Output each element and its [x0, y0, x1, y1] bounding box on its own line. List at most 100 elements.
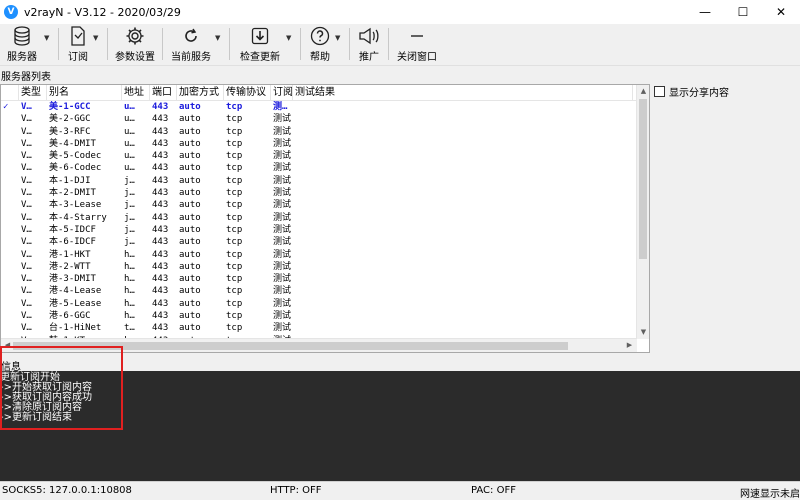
server-encryption-cell: auto — [179, 311, 201, 322]
subscription-column-header[interactable]: 订阅 — [271, 85, 293, 101]
minimize-button[interactable]: — — [686, 0, 724, 24]
toolbar-separator — [388, 28, 389, 60]
highlight-box — [0, 346, 123, 430]
server-address-cell: h… — [124, 286, 135, 297]
current-service-button[interactable]: 当前服务 — [167, 26, 215, 64]
vertical-scrollbar[interactable]: ▲ ▼ — [636, 85, 649, 339]
check-update-button[interactable]: 检查更新 — [234, 26, 286, 64]
encryption-column-header[interactable]: 加密方式 — [177, 85, 224, 101]
server-subscription-cell: 测试 — [273, 114, 292, 125]
current-service-label: 当前服务 — [171, 52, 211, 63]
show-share-content-option[interactable]: 显示分享内容 — [654, 84, 729, 99]
server-alias-cell: 美-4-DMIT — [49, 138, 96, 149]
current-service-dropdown-icon[interactable]: ▼ — [215, 26, 225, 50]
server-row[interactable]: V… 港-5-Lease h… 443 auto tcp 测试 — [1, 298, 637, 310]
scroll-right-icon[interactable]: ▶ — [623, 341, 636, 349]
help-dropdown-icon[interactable]: ▼ — [335, 26, 345, 50]
server-port-cell: 443 — [152, 102, 169, 112]
server-address-cell: j… — [124, 237, 135, 248]
maximize-button[interactable]: ☐ — [724, 0, 762, 24]
server-check-cell — [1, 175, 19, 187]
close-window-button[interactable]: 关闭窗口 — [393, 26, 441, 64]
server-transport-cell: tcp — [226, 298, 243, 309]
help-button[interactable]: 帮助 — [305, 26, 335, 64]
server-port-cell: 443 — [152, 126, 169, 137]
transport-column-header[interactable]: 传输协议 — [224, 85, 271, 101]
subscription-button[interactable]: 订阅 — [63, 26, 93, 64]
server-alias-cell: 港-1-HKT — [49, 249, 91, 260]
server-encryption-cell: auto — [179, 323, 201, 334]
server-subscription-cell: 测试 — [273, 212, 292, 223]
server-address-cell: j… — [124, 224, 135, 235]
server-subscription-cell: 测试 — [273, 261, 292, 272]
server-row[interactable]: V… 美-2-GGC u… 443 auto tcp 测试 — [1, 113, 637, 125]
servers-dropdown-icon[interactable]: ▼ — [44, 26, 54, 50]
server-list-label: 服务器列表 — [1, 72, 51, 83]
server-row[interactable]: V… 本-4-Starry j… 443 auto tcp 测试 — [1, 212, 637, 224]
test-result-column-header[interactable]: 测试结果 — [293, 85, 633, 101]
show-share-content-checkbox[interactable] — [654, 86, 665, 97]
server-subscription-cell: 测试 — [273, 311, 292, 322]
server-type-cell: V… — [21, 102, 32, 112]
subscription-dropdown-icon[interactable]: ▼ — [93, 26, 103, 50]
server-alias-cell: 本-4-Starry — [49, 212, 107, 223]
server-result-cell — [293, 322, 633, 334]
server-port-cell: 443 — [152, 274, 169, 285]
server-alias-cell: 本-5-IDCF — [49, 224, 96, 235]
server-subscription-cell: 测试 — [273, 151, 292, 162]
server-encryption-cell: auto — [179, 126, 201, 137]
close-button[interactable]: ✕ — [762, 0, 800, 24]
server-port-cell: 443 — [152, 311, 169, 322]
settings-button[interactable]: 参数设置 — [112, 26, 158, 64]
server-row[interactable]: V… 美-3-RFC u… 443 auto tcp 测试 — [1, 126, 637, 138]
server-list[interactable]: 类型 别名 地址 端口 加密方式 传输协议 订阅 测试结果 ✓ V… 美-1-GCC u… 443 au… — [0, 84, 650, 353]
type-column-header[interactable]: 类型 — [19, 85, 47, 101]
server-row[interactable]: ✓ V… 美-1-GCC u… 443 auto tcp 测… — [1, 101, 637, 113]
server-transport-cell: tcp — [226, 126, 243, 137]
server-row[interactable]: V… 台-1-HiNet t… 443 auto tcp 测试 — [1, 322, 637, 334]
server-address-cell: j… — [124, 188, 135, 199]
server-port-cell: 443 — [152, 212, 169, 223]
server-port-cell: 443 — [152, 151, 169, 162]
check-column-header[interactable] — [1, 85, 19, 101]
server-row[interactable]: V… 美-4-DMIT u… 443 auto tcp 测试 — [1, 138, 637, 150]
server-row[interactable]: V… 本-2-DMIT j… 443 auto tcp 测试 — [1, 187, 637, 199]
scroll-down-icon[interactable]: ▼ — [637, 328, 649, 336]
speed-status: 网速显示未启用 — [740, 489, 800, 500]
port-column-header[interactable]: 端口 — [150, 85, 177, 101]
server-row[interactable]: V… 本-6-IDCF j… 443 auto tcp 测试 — [1, 236, 637, 248]
toolbar-separator — [162, 28, 163, 60]
download-icon — [251, 26, 269, 46]
vertical-scroll-thumb[interactable] — [639, 99, 647, 259]
toolbar-separator — [349, 28, 350, 60]
server-port-cell: 443 — [152, 200, 169, 211]
server-type-cell: V… — [21, 126, 32, 137]
speaker-icon — [358, 26, 380, 46]
server-type-cell: V… — [21, 151, 32, 162]
help-icon — [310, 26, 330, 46]
server-encryption-cell: auto — [179, 102, 201, 112]
server-port-cell: 443 — [152, 323, 169, 334]
server-row[interactable]: V… 港-2-WTT h… 443 auto tcp 测试 — [1, 261, 637, 273]
server-row[interactable]: V… 本-5-IDCF j… 443 auto tcp 测试 — [1, 224, 637, 236]
alias-column-header[interactable]: 别名 — [47, 85, 122, 101]
check-update-dropdown-icon[interactable]: ▼ — [286, 26, 296, 50]
address-column-header[interactable]: 地址 — [122, 85, 150, 101]
server-alias-cell: 台-1-HiNet — [49, 323, 102, 334]
server-row[interactable]: V… 美-5-Codec u… 443 auto tcp 测试 — [1, 150, 637, 162]
server-row[interactable]: V… 港-1-HKT h… 443 auto tcp 测试 — [1, 249, 637, 261]
server-row[interactable]: V… 美-6-Codec u… 443 auto tcp 测试 — [1, 162, 637, 174]
promote-button[interactable]: 推广 — [354, 26, 384, 64]
servers-button[interactable]: 服务器 — [0, 26, 44, 64]
server-row[interactable]: V… 港-6-GGC h… 443 auto tcp 测试 — [1, 310, 637, 322]
scroll-up-icon[interactable]: ▲ — [637, 87, 649, 95]
server-alias-cell: 美-3-RFC — [49, 126, 91, 137]
server-row[interactable]: V… 本-1-DJI j… 443 auto tcp 测试 — [1, 175, 637, 187]
server-type-cell: V… — [21, 261, 32, 272]
server-row[interactable]: V… 港-3-DMIT h… 443 auto tcp 测试 — [1, 273, 637, 285]
server-check-cell — [1, 310, 19, 322]
server-encryption-cell: auto — [179, 261, 201, 272]
gear-icon — [125, 26, 145, 46]
server-row[interactable]: V… 本-3-Lease j… 443 auto tcp 测试 — [1, 199, 637, 211]
server-row[interactable]: V… 港-4-Lease h… 443 auto tcp 测试 — [1, 285, 637, 297]
